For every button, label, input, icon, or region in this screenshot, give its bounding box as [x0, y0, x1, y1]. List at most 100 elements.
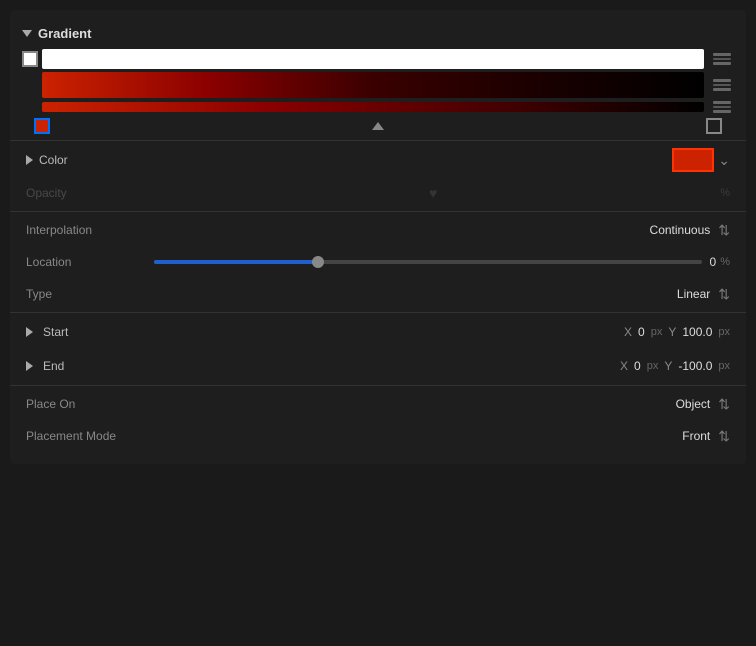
opacity-percent: %: [720, 187, 730, 199]
red-black-bar-row: [22, 72, 734, 98]
white-bar-wrapper: [42, 49, 704, 69]
stepper-icon[interactable]: ⇅: [718, 222, 730, 239]
start-coords: X 0 px Y 100.0 px: [624, 325, 730, 339]
end-label: End: [43, 359, 64, 373]
stop-handle-right[interactable]: [706, 118, 722, 134]
section-header: Gradient: [10, 22, 746, 49]
section-title: Gradient: [38, 26, 91, 41]
white-gradient-bar[interactable]: [42, 49, 704, 69]
end-x-unit: px: [647, 360, 659, 372]
divider-1: [10, 140, 746, 141]
red-bar-icons: [710, 79, 734, 91]
stack-icon-2: [713, 79, 731, 91]
icon-line: [713, 88, 731, 91]
interpolation-value-group: Continuous ⇅: [650, 222, 730, 239]
start-y-axis: Y: [668, 325, 676, 339]
end-coords: X 0 px Y -100.0 px: [620, 359, 730, 373]
start-y-unit: px: [718, 326, 730, 338]
red-thin-gradient-bar[interactable]: [42, 102, 704, 112]
stop-handles-row: [22, 116, 734, 136]
end-y-value: -100.0: [678, 359, 712, 373]
start-x-unit: px: [651, 326, 663, 338]
start-label-group: Start: [26, 325, 116, 339]
slider-thumb[interactable]: [312, 256, 324, 268]
end-row: End X 0 px Y -100.0 px: [10, 349, 746, 383]
place-on-value: Object: [676, 397, 711, 411]
placement-mode-value-group: Front ⇅: [682, 428, 730, 445]
icon-line: [713, 110, 731, 113]
type-value: Linear: [677, 287, 710, 301]
type-label: Type: [26, 287, 146, 301]
white-bar-row: [22, 49, 734, 69]
end-expand-icon[interactable]: [26, 361, 33, 371]
white-bar-icons: [710, 53, 734, 65]
red-black-gradient-bar[interactable]: [42, 72, 704, 98]
color-label: Color: [39, 153, 159, 167]
type-stepper-icon[interactable]: ⇅: [718, 286, 730, 303]
end-label-group: End: [26, 359, 116, 373]
divider-2: [10, 211, 746, 212]
stop-slider-area: [50, 118, 706, 134]
collapse-icon[interactable]: [22, 30, 32, 37]
slider-fill: [154, 260, 318, 264]
color-swatch-wrapper[interactable]: ⌄: [672, 148, 730, 172]
place-on-stepper-icon[interactable]: ⇅: [718, 396, 730, 413]
color-swatch[interactable]: [672, 148, 714, 172]
end-y-axis: Y: [664, 359, 672, 373]
stack-icon-1: [713, 53, 731, 65]
place-on-row: Place On Object ⇅: [10, 388, 746, 420]
location-unit: %: [720, 256, 730, 268]
location-value-group: 0 %: [710, 255, 730, 269]
slider-track: [154, 260, 702, 264]
interpolation-label: Interpolation: [26, 223, 146, 237]
location-slider-container[interactable]: [154, 260, 702, 264]
gradient-bars-container: [10, 49, 746, 136]
end-x-axis: X: [620, 359, 628, 373]
interpolation-row: Interpolation Continuous ⇅: [10, 214, 746, 246]
place-on-label: Place On: [26, 397, 146, 411]
stack-icon-3: [713, 101, 731, 113]
icon-line: [713, 62, 731, 65]
icon-line-thin: [713, 106, 731, 108]
location-label: Location: [26, 255, 146, 269]
color-row: Color ⌄: [10, 143, 746, 177]
interpolation-value: Continuous: [650, 223, 711, 237]
place-on-value-group: Object ⇅: [676, 396, 730, 413]
icon-line-thin: [713, 58, 731, 60]
end-x-value: 0: [634, 359, 641, 373]
placement-mode-label: Placement Mode: [26, 429, 146, 443]
thin-bar-icons: [710, 101, 734, 113]
icon-line: [713, 53, 731, 56]
red-thin-bar-row: [22, 101, 734, 113]
color-value-group: ⌄: [672, 148, 730, 172]
divider-4: [10, 385, 746, 386]
stop-handle-white[interactable]: [22, 51, 38, 67]
start-label: Start: [43, 325, 68, 339]
location-row: Location 0 %: [10, 246, 746, 278]
start-x-axis: X: [624, 325, 632, 339]
start-y-value: 100.0: [682, 325, 712, 339]
icon-line: [713, 101, 731, 104]
start-row: Start X 0 px Y 100.0 px: [10, 315, 746, 349]
opacity-row: Opacity ♥ %: [10, 177, 746, 209]
start-expand-icon[interactable]: [26, 327, 33, 337]
color-expand-icon[interactable]: [26, 155, 33, 165]
stop-triangle: [372, 122, 384, 130]
stop-handle-red[interactable]: [34, 118, 50, 134]
red-black-bar-wrapper: [42, 72, 704, 98]
chevron-down-icon[interactable]: ⌄: [718, 152, 730, 169]
type-row: Type Linear ⇅: [10, 278, 746, 310]
icon-line-thin: [713, 84, 731, 86]
type-value-group: Linear ⇅: [677, 286, 730, 303]
start-x-value: 0: [638, 325, 645, 339]
end-y-unit: px: [718, 360, 730, 372]
opacity-label: Opacity: [26, 186, 146, 200]
location-value: 0: [710, 255, 717, 269]
placement-mode-row: Placement Mode Front ⇅: [10, 420, 746, 452]
divider-3: [10, 312, 746, 313]
red-thin-bar-wrapper: [42, 102, 704, 112]
icon-line: [713, 79, 731, 82]
placement-mode-stepper-icon[interactable]: ⇅: [718, 428, 730, 445]
placement-mode-value: Front: [682, 429, 710, 443]
gradient-panel: Gradient: [10, 10, 746, 464]
